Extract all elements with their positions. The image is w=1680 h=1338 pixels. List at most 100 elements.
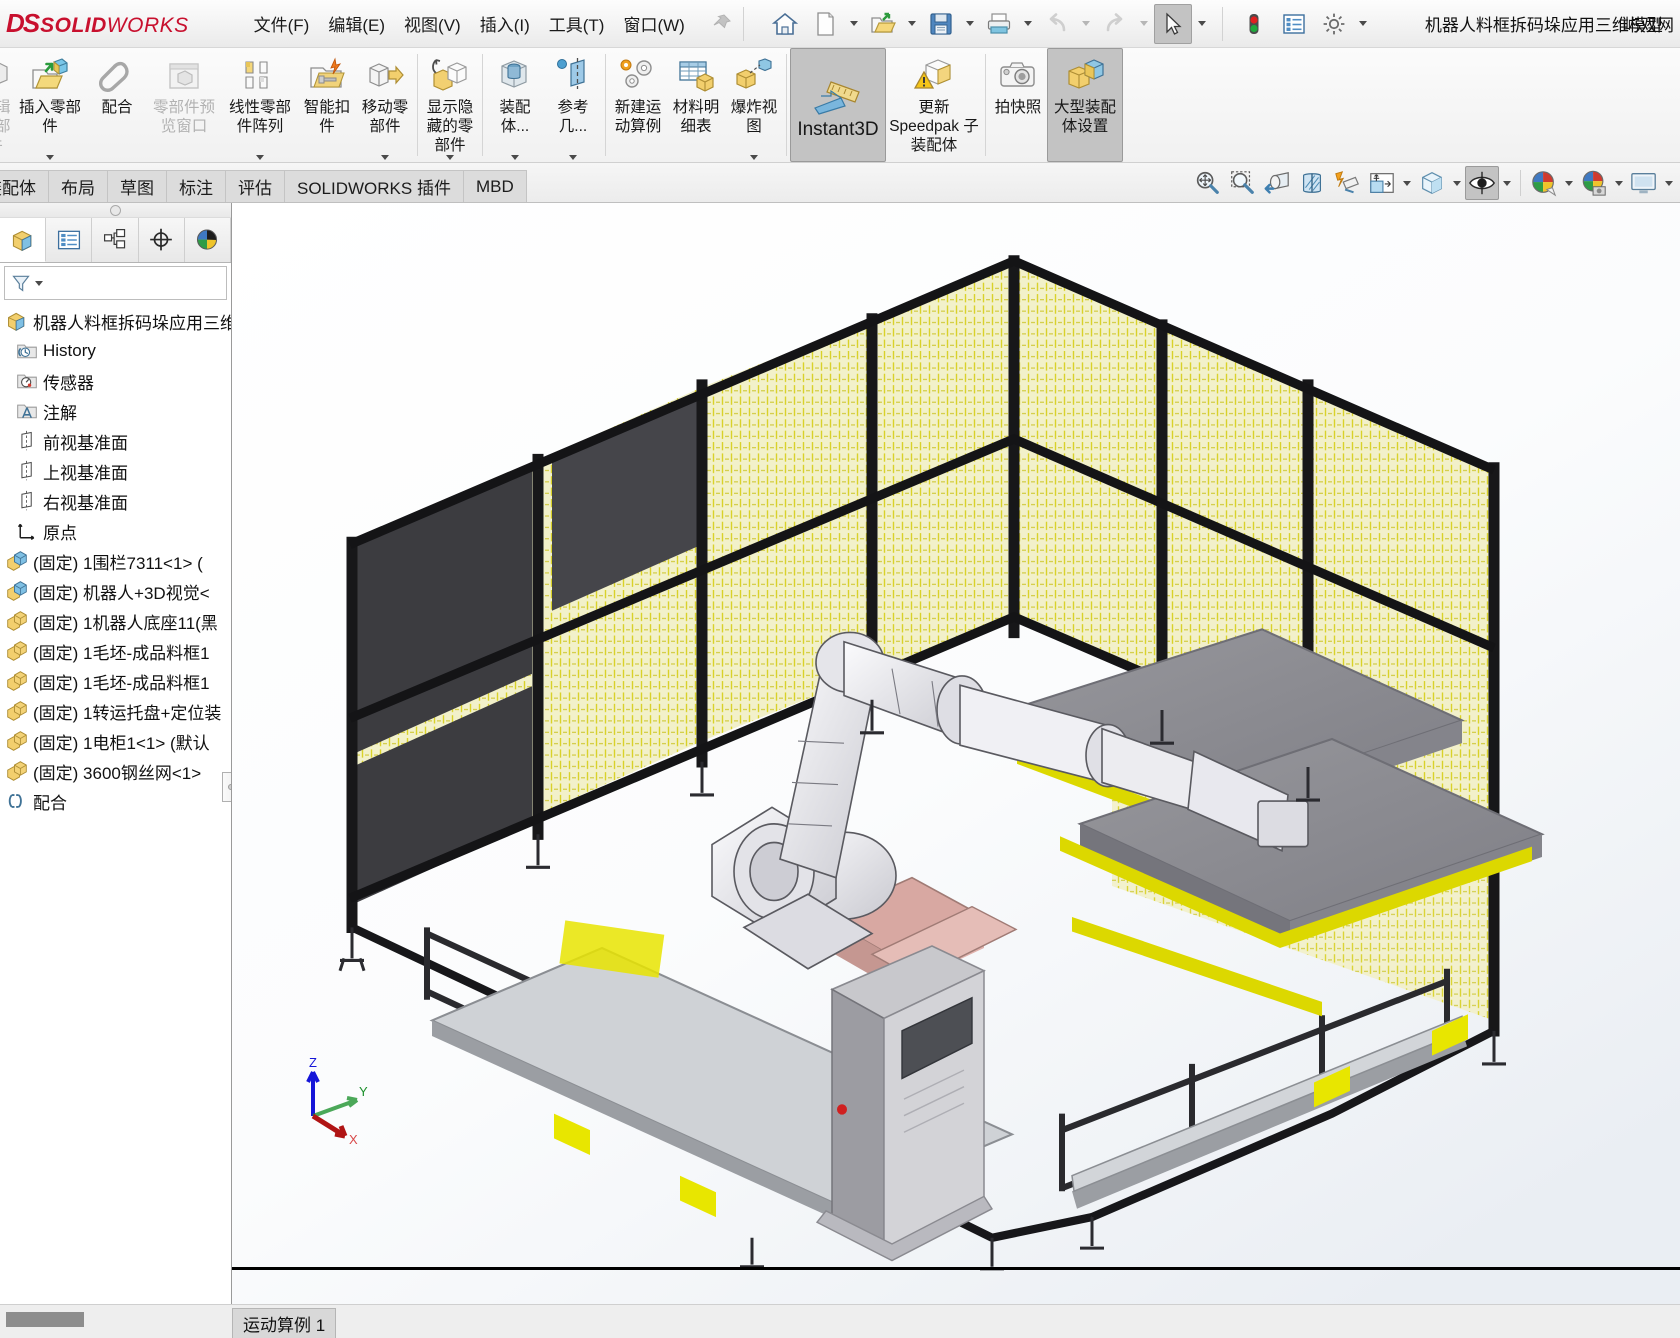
chevron-down-icon[interactable]	[750, 155, 758, 160]
open-folder-icon[interactable]	[864, 4, 902, 44]
select-dropdown[interactable]	[1194, 4, 1210, 44]
options-list-icon[interactable]	[1275, 4, 1313, 44]
feature-tree-filter[interactable]	[4, 266, 227, 300]
menu-insert[interactable]: 插入(I)	[473, 7, 537, 40]
select-cursor-icon[interactable]	[1153, 3, 1192, 44]
section-view-icon[interactable]	[1295, 166, 1329, 200]
tree-item-history[interactable]: History	[0, 336, 231, 366]
ribbon-large-assembly-settings[interactable]: 大型装配体设置	[1047, 48, 1123, 162]
graphics-viewport[interactable]: Z Y X	[232, 203, 1680, 1304]
redo-dropdown[interactable]	[1136, 4, 1152, 44]
ribbon-exploded-view[interactable]: 爆炸视图	[725, 48, 783, 162]
tree-item-assembly-root[interactable]: 机器人料框拆码垛应用三维模	[0, 306, 231, 336]
menu-window[interactable]: 窗口(W)	[616, 7, 691, 40]
options-dropdown[interactable]	[1355, 4, 1371, 44]
tree-item-top-plane[interactable]: 上视基准面	[0, 456, 231, 486]
chevron-down-icon[interactable]	[381, 155, 389, 160]
ribbon-take-snapshot[interactable]: 拍快照	[989, 48, 1047, 162]
ribbon-move-component[interactable]: 移动零部件	[356, 48, 414, 162]
edit-appearance-dropdown[interactable]	[1562, 166, 1576, 200]
apply-scene-dropdown[interactable]	[1612, 166, 1626, 200]
open-dropdown[interactable]	[904, 4, 920, 44]
menu-view[interactable]: 视图(V)	[397, 7, 468, 40]
fm-tab-feature-tree[interactable]	[0, 218, 47, 262]
redo-icon[interactable]	[1096, 4, 1134, 44]
chevron-down-icon[interactable]	[569, 155, 577, 160]
ribbon-show-hidden-components[interactable]: 显示隐藏的零部件	[421, 48, 479, 162]
menu-tools[interactable]: 工具(T)	[542, 7, 612, 40]
ribbon-instant3d[interactable]: Instant3D	[790, 48, 886, 162]
tree-item-right-plane[interactable]: 右视基准面	[0, 486, 231, 516]
ribbon-mate[interactable]: 配合	[88, 48, 146, 162]
print-dropdown[interactable]	[1020, 4, 1036, 44]
rebuild-traffic-light-icon[interactable]	[1235, 4, 1273, 44]
tree-item-mates[interactable]: 配合	[0, 786, 231, 816]
tab-solidworks-addins[interactable]: SOLIDWORKS 插件	[284, 170, 464, 202]
apply-scene-icon[interactable]	[1577, 166, 1611, 200]
ribbon-component-preview-window[interactable]: 零部件预览窗口	[146, 48, 222, 162]
fm-tab-display-manager[interactable]	[185, 218, 232, 262]
tab-layout[interactable]: 布局	[48, 170, 108, 202]
tree-item-component-blank-bin-1[interactable]: (固定) 1毛坯-成品料框1	[0, 636, 231, 666]
home-icon[interactable]	[766, 4, 804, 44]
ribbon-new-motion-study[interactable]: 新建运动算例	[609, 48, 667, 162]
tree-item-front-plane[interactable]: 前视基准面	[0, 426, 231, 456]
tree-item-component-fence[interactable]: (固定) 1围栏7311<1> (	[0, 546, 231, 576]
menu-file[interactable]: 文件(F)	[247, 7, 317, 40]
save-icon[interactable]	[922, 4, 960, 44]
ribbon-edit-component[interactable]: 编辑零部件	[0, 48, 12, 162]
ribbon-bill-of-materials[interactable]: 材料明细表	[667, 48, 725, 162]
ribbon-update-speedpak[interactable]: 更新 Speedpak 子装配体	[886, 48, 982, 162]
tree-item-component-transfer-pallet[interactable]: (固定) 1转运托盘+定位装	[0, 696, 231, 726]
feature-tree[interactable]: 机器人料框拆码垛应用三维模 History	[0, 302, 231, 1304]
tree-item-component-wire-mesh[interactable]: (固定) 3600钢丝网<1>	[0, 756, 231, 786]
new-document-icon[interactable]	[806, 4, 844, 44]
tree-item-component-robot-vision[interactable]: (固定) 机器人+3D视觉<	[0, 576, 231, 606]
tree-item-annotations[interactable]: 注解	[0, 396, 231, 426]
display-style-icon[interactable]	[1415, 166, 1449, 200]
ribbon-assembly-features[interactable]: 装配体...	[486, 48, 544, 162]
fm-tab-configuration-manager[interactable]	[92, 218, 139, 262]
view-orientation-dropdown[interactable]	[1400, 166, 1414, 200]
tree-item-component-robot-base[interactable]: (固定) 1机器人底座11(黑	[0, 606, 231, 636]
tree-item-sensors[interactable]: 传感器	[0, 366, 231, 396]
tree-item-origin[interactable]: 原点	[0, 516, 231, 546]
display-style-dropdown[interactable]	[1450, 166, 1464, 200]
zoom-to-area-icon[interactable]	[1225, 166, 1259, 200]
tab-evaluate[interactable]: 评估	[225, 170, 285, 202]
horizontal-scrollbar-thumb[interactable]	[6, 1312, 84, 1327]
edit-appearance-icon[interactable]	[1527, 166, 1561, 200]
hide-show-items-icon[interactable]	[1465, 166, 1499, 200]
tree-panel-resize-handle[interactable]	[222, 772, 231, 802]
save-dropdown[interactable]	[962, 4, 978, 44]
view-settings-dropdown[interactable]	[1662, 166, 1676, 200]
tab-assembly[interactable]: 装配体	[0, 170, 49, 202]
tab-mbd[interactable]: MBD	[462, 170, 527, 202]
fm-tab-property-manager[interactable]	[46, 218, 93, 262]
print-icon[interactable]	[980, 4, 1018, 44]
panel-splitter-handle[interactable]	[0, 203, 231, 218]
new-document-dropdown[interactable]	[846, 4, 862, 44]
ribbon-smart-fasteners[interactable]: 智能扣件	[298, 48, 356, 162]
tab-markup[interactable]: 标注	[166, 170, 226, 202]
menu-edit[interactable]: 编辑(E)	[321, 7, 392, 40]
ribbon-insert-component[interactable]: 插入零部件	[12, 48, 88, 162]
chevron-down-icon[interactable]	[256, 155, 264, 160]
zoom-to-fit-icon[interactable]	[1190, 166, 1224, 200]
gear-icon[interactable]	[1315, 4, 1353, 44]
hide-show-items-dropdown[interactable]	[1500, 166, 1514, 200]
chevron-down-icon[interactable]	[46, 155, 54, 160]
fm-tab-dimxpert-manager[interactable]	[139, 218, 185, 262]
tab-sketch[interactable]: 草图	[107, 170, 167, 202]
tree-item-component-cabinet[interactable]: (固定) 1电柜1<1> (默认	[0, 726, 231, 756]
ribbon-linear-component-pattern[interactable]: 线性零部件阵列	[222, 48, 298, 162]
previous-view-icon[interactable]	[1260, 166, 1294, 200]
view-orientation-icon[interactable]	[1365, 166, 1399, 200]
dynamic-annotation-icon[interactable]	[1330, 166, 1364, 200]
motion-study-tab-1[interactable]: 运动算例 1	[232, 1308, 337, 1338]
chevron-down-icon[interactable]	[446, 155, 454, 160]
undo-dropdown[interactable]	[1078, 4, 1094, 44]
pin-icon[interactable]	[711, 13, 733, 35]
chevron-down-icon[interactable]	[511, 155, 519, 160]
tree-item-component-blank-bin-2[interactable]: (固定) 1毛坯-成品料框1	[0, 666, 231, 696]
